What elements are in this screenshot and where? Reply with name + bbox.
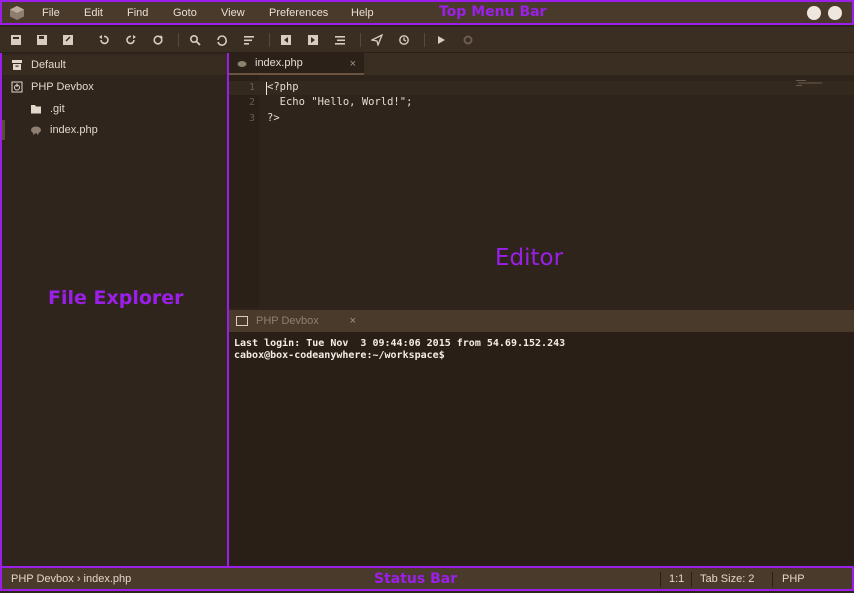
save-all-icon[interactable] xyxy=(61,33,75,47)
active-file-marker xyxy=(2,120,5,140)
tab-terminal-php-devbox[interactable]: PHP Devbox × xyxy=(229,310,364,332)
top-menu-bar-annotation: Top Menu Bar xyxy=(439,4,547,20)
format-icon[interactable] xyxy=(333,33,347,47)
status-bar-annotation: Status Bar xyxy=(374,571,458,587)
line-number-gutter xyxy=(229,75,259,308)
tree-item-label: Default xyxy=(31,59,66,71)
toolbar-divider xyxy=(360,33,361,47)
status-divider xyxy=(691,572,692,587)
tree-item-index-php[interactable]: index.php xyxy=(2,120,228,140)
tree-item-label: index.php xyxy=(50,124,98,136)
language-mode[interactable]: PHP xyxy=(782,573,805,585)
terminal[interactable]: Last login: Tue Nov 3 09:44:06 2015 from… xyxy=(229,332,854,568)
menu-edit[interactable]: Edit xyxy=(84,7,103,19)
cursor-position[interactable]: 1:1 xyxy=(669,573,684,585)
tree-item-git-folder[interactable]: .git xyxy=(2,99,228,119)
breadcrumb[interactable]: PHP Devbox › index.php xyxy=(11,573,131,585)
editor-annotation: Editor xyxy=(495,245,564,271)
active-line-highlight xyxy=(229,81,854,95)
code-line: <?php xyxy=(267,81,299,93)
save-icon[interactable] xyxy=(35,33,49,47)
code-editor[interactable]: 1 2 3 <?php Echo "Hello, World!"; ?> Edi… xyxy=(229,75,854,308)
code-line: Echo "Hello, World!"; xyxy=(267,96,413,108)
power-icon xyxy=(11,81,23,93)
top-menu-bar: File Edit Find Goto View Preferences Hel… xyxy=(0,0,854,25)
tab-size[interactable]: Tab Size: 2 xyxy=(700,573,754,585)
indent-right-icon[interactable] xyxy=(306,33,320,47)
menu-goto[interactable]: Goto xyxy=(173,7,197,19)
menu-help[interactable]: Help xyxy=(351,7,374,19)
tab-label: PHP Devbox xyxy=(256,315,319,327)
code-line: ?> xyxy=(267,112,280,124)
tree-item-label: PHP Devbox xyxy=(31,81,94,93)
terminal-icon xyxy=(236,316,248,326)
toolbar-divider xyxy=(424,33,425,47)
history-icon[interactable] xyxy=(397,33,411,47)
menu-file[interactable]: File xyxy=(42,7,60,19)
refresh-icon[interactable] xyxy=(151,33,165,47)
codeanywhere-logo-icon[interactable] xyxy=(9,5,25,21)
deploy-icon[interactable] xyxy=(370,33,384,47)
notifications-icon[interactable] xyxy=(807,6,821,20)
line-number: 3 xyxy=(248,113,255,124)
terminal-line: Last login: Tue Nov 3 09:44:06 2015 from… xyxy=(234,338,566,349)
tree-item-label: .git xyxy=(50,103,65,115)
redo-icon[interactable] xyxy=(124,33,138,47)
line-number: 2 xyxy=(248,97,255,108)
minimap[interactable] xyxy=(796,79,826,87)
status-divider xyxy=(660,572,661,587)
editor-tab-bar: index.php × xyxy=(229,53,854,75)
file-explorer: Default PHP Devbox .git index.php File E… xyxy=(0,53,229,568)
replace-icon[interactable] xyxy=(215,33,229,47)
tab-label: index.php xyxy=(255,57,303,69)
editor-area: index.php × 1 2 3 <?php Echo "Hello, Wor… xyxy=(227,53,854,568)
archive-icon xyxy=(11,59,23,71)
terminal-tab-bar: PHP Devbox × xyxy=(229,310,854,332)
text-cursor xyxy=(266,82,267,95)
undo-icon[interactable] xyxy=(97,33,111,47)
status-bar: PHP Devbox › index.php Status Bar 1:1 Ta… xyxy=(0,566,854,591)
tree-item-php-devbox[interactable]: PHP Devbox xyxy=(2,77,228,97)
file-explorer-annotation: File Explorer xyxy=(48,287,184,309)
php-elephant-icon xyxy=(237,59,247,67)
indent-left-icon[interactable] xyxy=(279,33,293,47)
toolbar-divider xyxy=(269,33,270,47)
status-divider xyxy=(772,572,773,587)
toolbar-divider xyxy=(178,33,179,47)
folder-icon xyxy=(30,103,42,115)
search-icon[interactable] xyxy=(188,33,202,47)
run-icon[interactable] xyxy=(434,33,448,47)
tab-index-php[interactable]: index.php × xyxy=(229,53,364,75)
settings-icon[interactable] xyxy=(461,33,475,47)
terminal-prompt: cabox@box-codeanywhere:~/workspace$ xyxy=(234,350,445,361)
toolbar xyxy=(0,27,854,53)
php-elephant-icon xyxy=(30,124,42,136)
menu-view[interactable]: View xyxy=(221,7,245,19)
menu-preferences[interactable]: Preferences xyxy=(269,7,328,19)
new-file-icon[interactable] xyxy=(9,33,23,47)
close-tab-icon[interactable]: × xyxy=(350,58,356,70)
user-icon[interactable] xyxy=(828,6,842,20)
menu-find[interactable]: Find xyxy=(127,7,148,19)
wrap-icon[interactable] xyxy=(242,33,256,47)
line-number: 1 xyxy=(248,82,255,93)
tree-item-default[interactable]: Default xyxy=(2,55,228,75)
close-tab-icon[interactable]: × xyxy=(350,315,356,327)
